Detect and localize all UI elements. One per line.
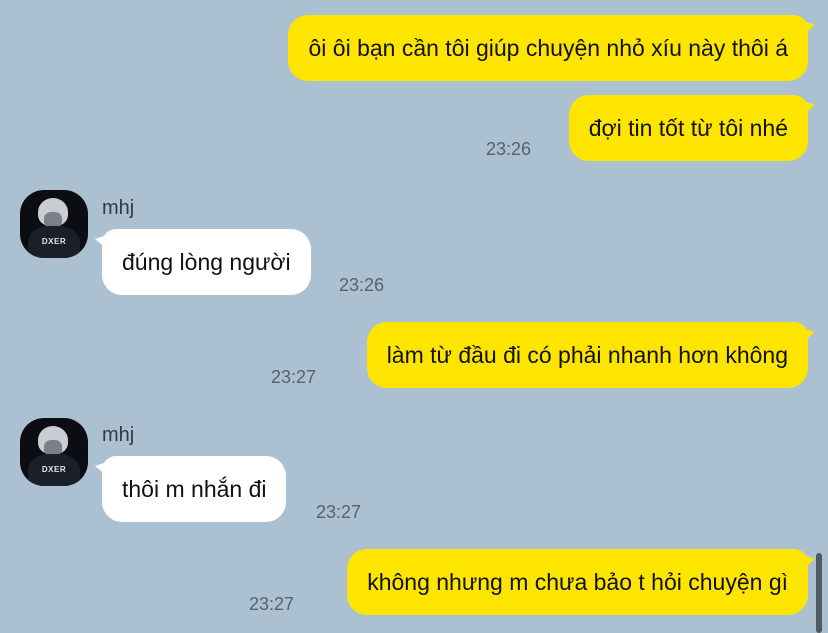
incoming-message-bubble[interactable]: đúng lòng người [95, 229, 311, 295]
outgoing-message-bubble[interactable]: đợi tin tốt từ tôi nhé [568, 95, 816, 161]
avatar-shirt-text: DXER [41, 237, 67, 246]
sender-avatar[interactable]: DXER [20, 418, 88, 486]
message-text: làm từ đầu đi có phải nhanh hơn không [386, 341, 788, 368]
sender-name: mhj [102, 424, 135, 446]
outgoing-message-bubble[interactable]: không nhưng m chưa bảo t hỏi chuyện gì [347, 549, 815, 615]
message-text: đợi tin tốt từ tôi nhé [588, 114, 788, 141]
message-timestamp: 23:27 [270, 367, 316, 387]
sender-name: mhj [102, 197, 135, 219]
message-timestamp: 23:27 [316, 502, 362, 522]
outgoing-message-bubble[interactable]: ôi ôi bạn cần tôi giúp chuyện nhỏ xíu nà… [288, 15, 815, 81]
message-timestamp: 23:26 [485, 139, 531, 159]
incoming-message-bubble[interactable]: thôi m nhắn đi [94, 456, 287, 522]
outgoing-message-bubble[interactable]: làm từ đầu đi có phải nhanh hơn không [366, 322, 816, 388]
message-text: ôi ôi bạn cần tôi giúp chuyện nhỏ xíu nà… [308, 34, 788, 61]
message-timestamp: 23:27 [248, 594, 294, 614]
avatar-shirt-text: DXER [41, 465, 67, 474]
chat-scrollbar[interactable] [816, 553, 822, 633]
message-timestamp: 23:26 [339, 275, 385, 295]
message-text: đúng lòng người [122, 248, 291, 275]
message-text: thôi m nhắn đi [122, 475, 267, 502]
message-text: không nhưng m chưa bảo t hỏi chuyện gì [367, 568, 788, 595]
sender-avatar[interactable]: DXER [20, 190, 88, 258]
